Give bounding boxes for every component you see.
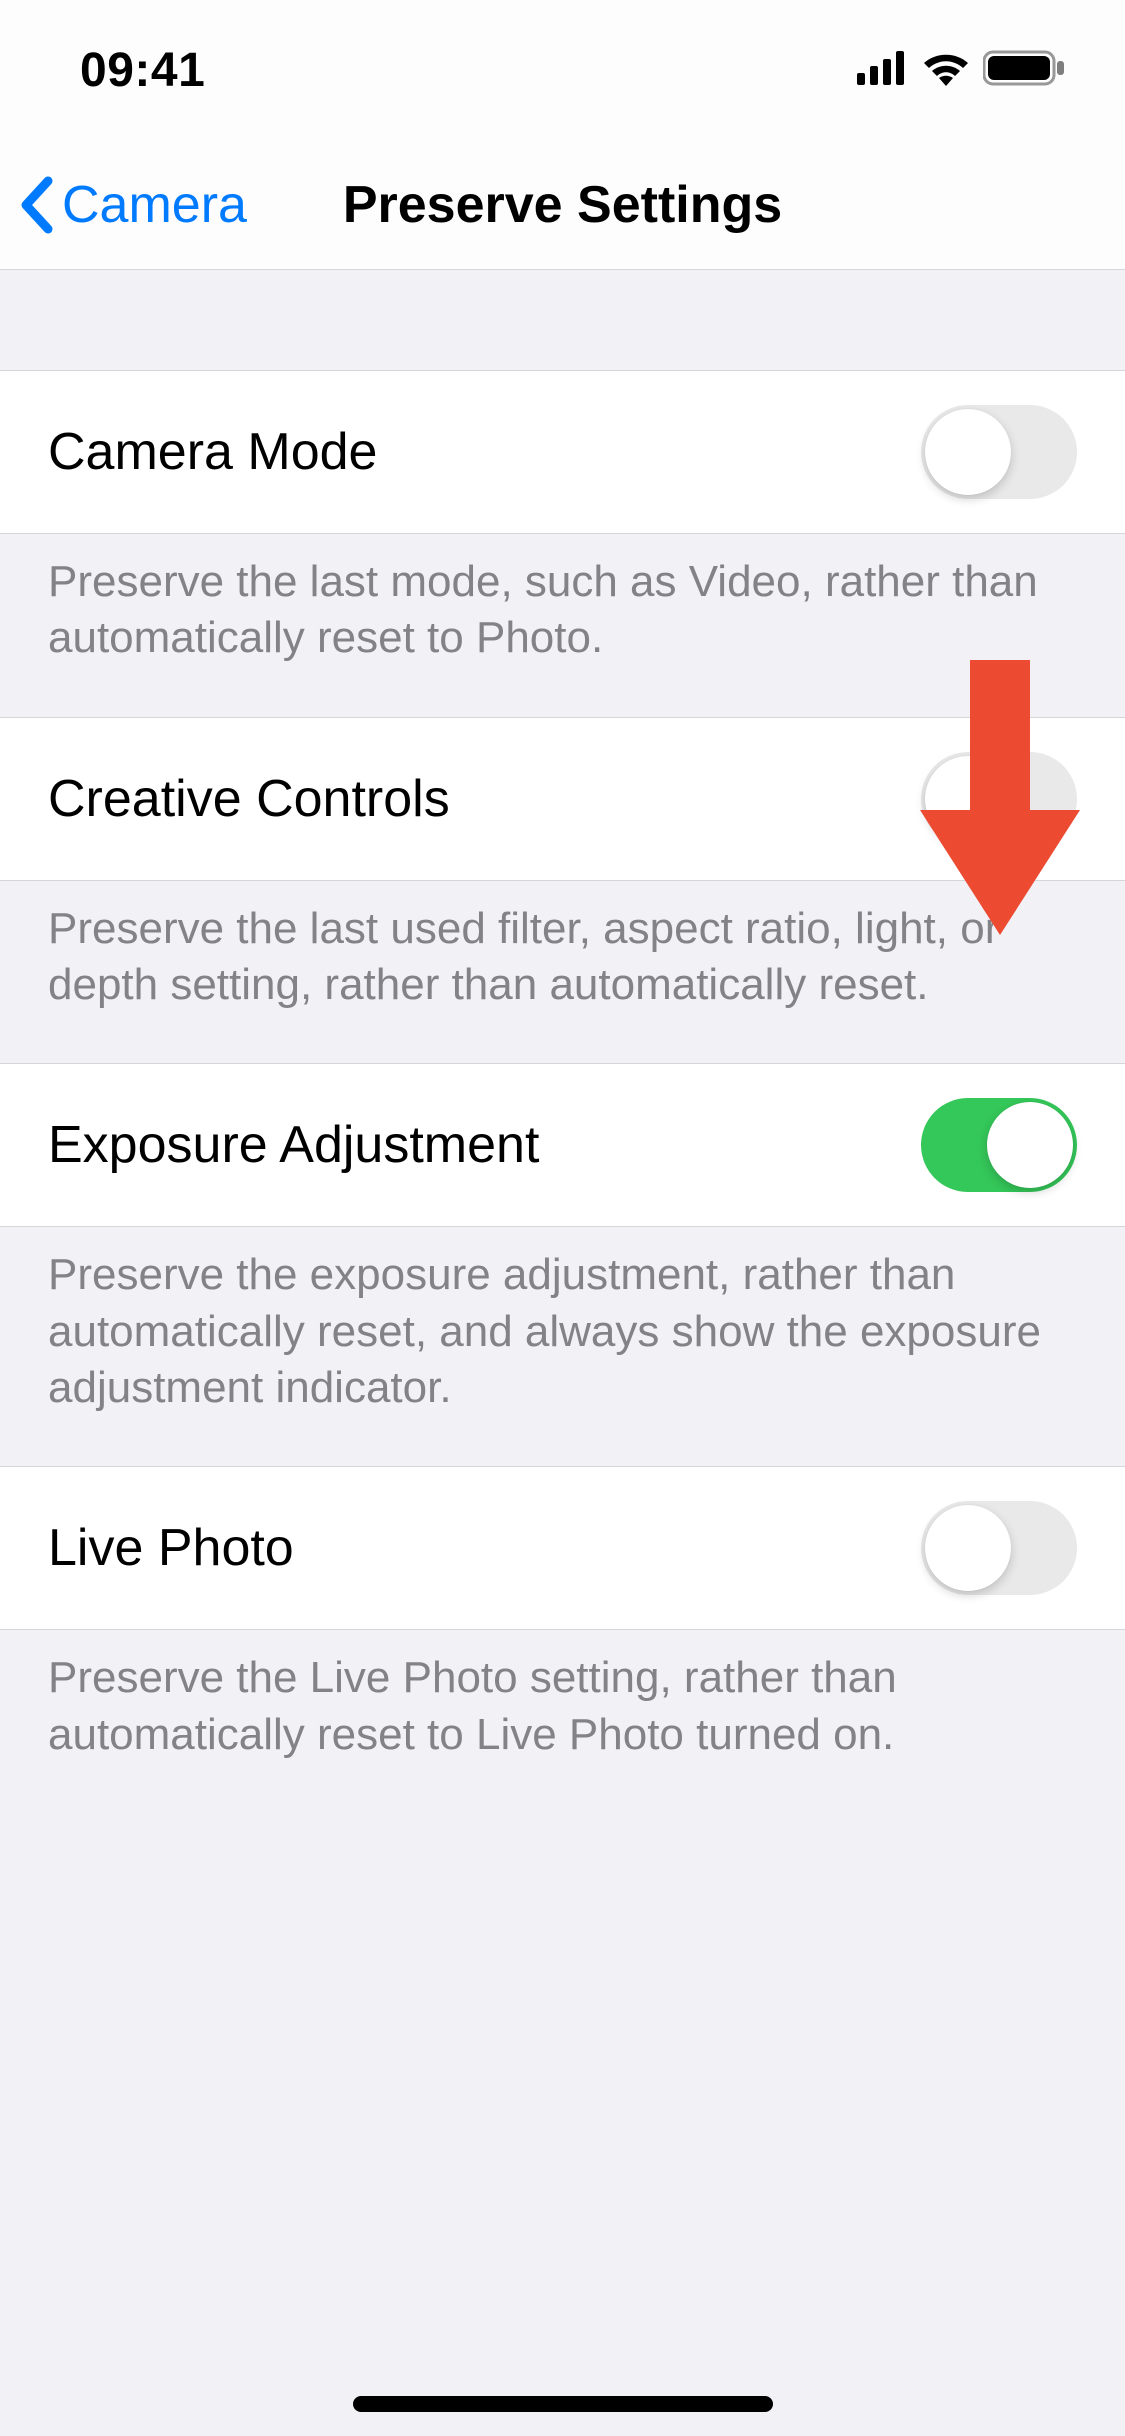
- back-button[interactable]: Camera: [18, 175, 247, 235]
- status-bar: 09:41: [0, 0, 1125, 140]
- footer-creative-controls: Preserve the last used filter, aspect ra…: [0, 881, 1125, 1064]
- row-live-photo[interactable]: Live Photo: [0, 1466, 1125, 1630]
- toggle-exposure-adjustment[interactable]: [921, 1098, 1077, 1192]
- label-creative-controls: Creative Controls: [48, 769, 450, 829]
- footer-camera-mode: Preserve the last mode, such as Video, r…: [0, 534, 1125, 717]
- wifi-icon: [921, 50, 971, 91]
- label-camera-mode: Camera Mode: [48, 422, 377, 482]
- label-live-photo: Live Photo: [48, 1518, 294, 1578]
- status-time: 09:41: [80, 43, 205, 98]
- status-indicators: [857, 49, 1065, 92]
- cellular-icon: [857, 51, 909, 90]
- battery-icon: [983, 49, 1065, 92]
- toggle-live-photo[interactable]: [921, 1501, 1077, 1595]
- spacer: [0, 270, 1125, 370]
- nav-bar: Camera Preserve Settings: [0, 140, 1125, 270]
- toggle-creative-controls[interactable]: [921, 752, 1077, 846]
- footer-live-photo: Preserve the Live Photo setting, rather …: [0, 1630, 1125, 1813]
- row-exposure-adjustment[interactable]: Exposure Adjustment: [0, 1063, 1125, 1227]
- row-camera-mode[interactable]: Camera Mode: [0, 370, 1125, 534]
- label-exposure-adjustment: Exposure Adjustment: [48, 1115, 539, 1175]
- chevron-left-icon: [18, 175, 58, 235]
- back-label: Camera: [62, 175, 247, 235]
- toggle-camera-mode[interactable]: [921, 405, 1077, 499]
- footer-exposure-adjustment: Preserve the exposure adjustment, rather…: [0, 1227, 1125, 1466]
- row-creative-controls[interactable]: Creative Controls: [0, 717, 1125, 881]
- home-indicator: [353, 2396, 773, 2412]
